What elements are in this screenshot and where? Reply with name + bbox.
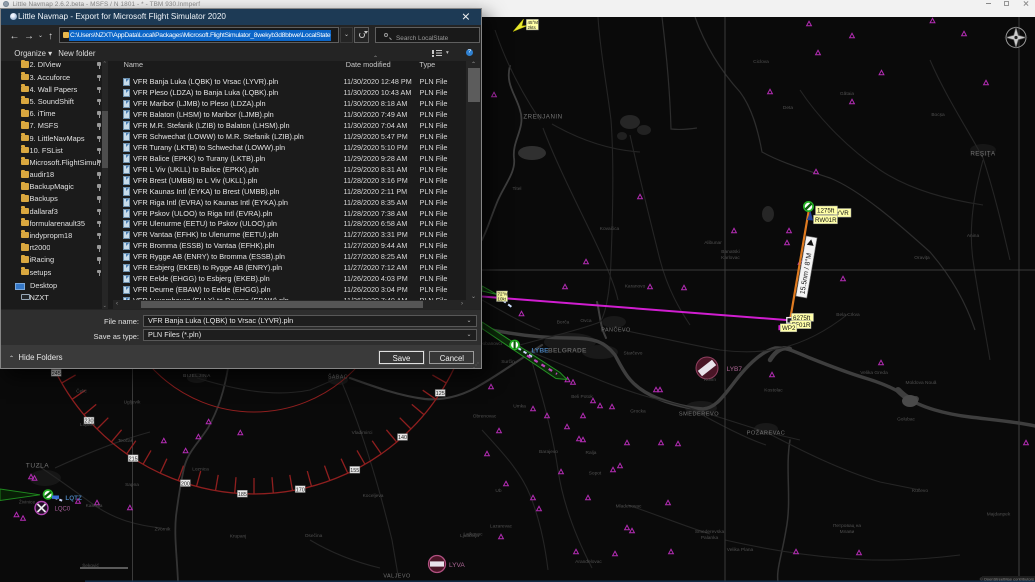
svg-text:Sopot: Sopot <box>589 471 602 477</box>
svg-text:BELGRADE: BELGRADE <box>548 347 587 354</box>
svg-text:Velika Greda: Velika Greda <box>860 370 888 376</box>
svg-text:Ub: Ub <box>495 488 501 494</box>
svg-text:ZRENJANIN: ZRENJANIN <box>523 114 562 121</box>
svg-text:Velika Plana: Velika Plana <box>727 547 754 553</box>
svg-text:WP2: WP2 <box>782 325 796 332</box>
svg-text:Palanka: Palanka <box>701 535 719 541</box>
svg-text:YVR: YVR <box>836 210 849 217</box>
svg-text:Banatski: Banatski <box>721 249 739 255</box>
svg-text:LYBE: LYBE <box>532 347 550 354</box>
svg-text:Vladimirci: Vladimirci <box>352 430 373 436</box>
svg-text:170: 170 <box>296 487 305 493</box>
svg-text:185: 185 <box>238 492 247 498</box>
svg-text:TUZLA: TUZLA <box>26 463 49 470</box>
svg-text:Kučevo: Kučevo <box>912 488 928 494</box>
svg-text:SMEDEREVO: SMEDEREVO <box>679 412 719 418</box>
svg-text:Deta: Deta <box>783 105 793 111</box>
svg-text:REŞIŢA: REŞIŢA <box>970 151 996 158</box>
svg-text:Obrenovac: Obrenovac <box>473 414 497 420</box>
svg-text:Ljubovija: Ljubovija <box>460 533 479 539</box>
svg-text:Млави: Млави <box>840 529 855 535</box>
svg-text:Čelić: Čelić <box>76 388 87 395</box>
svg-text:Zvornik: Zvornik <box>155 527 171 533</box>
svg-text:Oraviţa: Oraviţa <box>914 255 930 261</box>
svg-text:PANČEVO: PANČEVO <box>601 327 630 334</box>
svg-text:200: 200 <box>181 481 190 487</box>
svg-text:Teočak: Teočak <box>118 438 134 444</box>
svg-text:10kt: 10kt <box>498 296 507 301</box>
svg-text:Lazarevac: Lazarevac <box>490 524 513 530</box>
svg-text:Sapna: Sapna <box>125 482 139 488</box>
svg-text:Golubac: Golubac <box>897 417 915 423</box>
svg-text:Gătaia: Gătaia <box>840 91 854 97</box>
svg-text:ŠABAC: ŠABAC <box>328 374 348 381</box>
svg-text:Dobanovci: Dobanovci <box>479 341 502 347</box>
svg-text:Alibunar: Alibunar <box>704 240 722 246</box>
svg-text:Loznica: Loznica <box>192 467 209 473</box>
svg-text:Surčin: Surčin <box>501 359 515 365</box>
svg-text:140: 140 <box>398 435 407 441</box>
svg-text:LYB7: LYB7 <box>727 366 743 373</box>
svg-text:Ralja: Ralja <box>586 450 597 456</box>
svg-text:Kovin: Kovin <box>704 377 716 383</box>
svg-text:Grocka: Grocka <box>630 409 646 415</box>
svg-text:1275ft: 1275ft <box>817 208 834 215</box>
svg-text:Kostolac: Kostolac <box>764 388 783 394</box>
svg-text:Beli Potok: Beli Potok <box>571 394 593 400</box>
svg-text:Barajevo: Barajevo <box>539 449 558 455</box>
svg-text:Kalesija: Kalesija <box>86 503 103 509</box>
svg-text:Titel: Titel <box>513 186 522 192</box>
svg-text:155: 155 <box>350 468 359 474</box>
svg-text:Koceljeva: Koceljeva <box>363 493 384 499</box>
svg-text:RW01R: RW01R <box>815 217 837 224</box>
svg-text:Umka: Umka <box>513 404 526 410</box>
svg-text:Karanovo: Karanovo <box>625 284 646 290</box>
svg-text:215: 215 <box>129 456 138 462</box>
svg-text:BIJELJINA: BIJELJINA <box>183 373 211 379</box>
svg-text:LYVA: LYVA <box>449 562 465 569</box>
svg-text:Starčevo: Starčevo <box>624 351 643 357</box>
svg-text:125: 125 <box>436 391 445 397</box>
svg-text:Lopare: Lopare <box>80 422 95 428</box>
svg-text:Osečina: Osečina <box>305 533 323 539</box>
svg-text:2kts: 2kts <box>528 25 537 30</box>
svg-text:Mladenovac: Mladenovac <box>616 504 642 510</box>
svg-text:Karlovac: Karlovac <box>721 255 740 261</box>
svg-text:Ciclova: Ciclova <box>753 59 769 65</box>
svg-text:Moldova Nouă: Moldova Nouă <box>906 380 937 386</box>
svg-text:Borča: Borča <box>557 320 570 326</box>
svg-text:Krupanj: Krupanj <box>230 534 247 540</box>
svg-text:Ugljevik: Ugljevik <box>124 400 141 406</box>
svg-text:Петровац на: Петровац на <box>833 523 861 529</box>
svg-text:VALJEVO: VALJEVO <box>383 574 410 580</box>
svg-text:Bela Crkva: Bela Crkva <box>836 312 860 318</box>
svg-text:POŽAREVAC: POŽAREVAC <box>747 429 786 437</box>
svg-text:Kovačica: Kovačica <box>600 226 620 232</box>
svg-text:245: 245 <box>52 371 61 377</box>
svg-text:LQC0: LQC0 <box>55 507 71 513</box>
svg-text:Ovca: Ovca <box>580 318 592 324</box>
svg-text:Anina: Anina <box>967 233 980 239</box>
svg-text:Majdanpek: Majdanpek <box>987 512 1011 518</box>
svg-text:LQTZ: LQTZ <box>65 495 82 502</box>
svg-text:Bocșa: Bocșa <box>931 112 945 118</box>
svg-text:Aranđelovac: Aranđelovac <box>575 559 602 565</box>
svg-text:Smederevska: Smederevska <box>695 529 725 535</box>
